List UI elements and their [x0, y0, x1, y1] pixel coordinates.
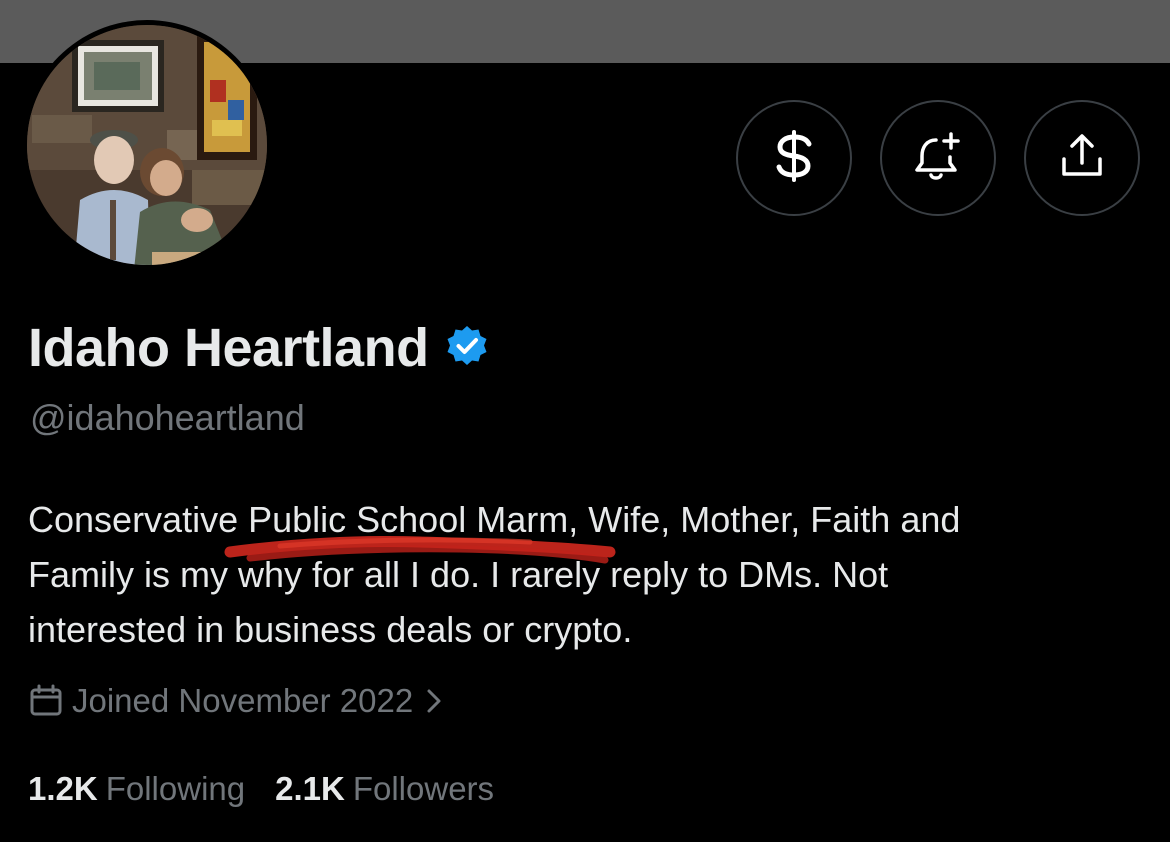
calendar-icon [28, 683, 64, 719]
bell-plus-icon [912, 130, 964, 187]
follow-stats: 1.2K Following 2.1K Followers [28, 766, 494, 812]
bio-line: interested in business deals or crypto. [28, 609, 633, 650]
profile-screen: Idaho Heartland @idahoheartland Conserva… [0, 0, 1170, 842]
followers-count: 2.1K [275, 770, 345, 807]
display-name: Idaho Heartland [28, 318, 429, 378]
profile-avatar[interactable] [22, 20, 272, 270]
following-link[interactable]: 1.2K Following [28, 770, 245, 808]
bio-line: Family is my why for all I do. I rarely … [28, 554, 889, 595]
verified-badge-icon[interactable] [445, 324, 489, 373]
display-name-row: Idaho Heartland [28, 316, 489, 380]
joined-text: Joined November 2022 [72, 682, 414, 719]
notifications-button[interactable] [880, 100, 996, 216]
chevron-right-icon [425, 687, 443, 715]
followers-link[interactable]: 2.1K Followers [275, 770, 494, 808]
share-button[interactable] [1024, 100, 1140, 216]
bio-line: Conservative Public School Marm, Wife, M… [28, 499, 961, 540]
subscribe-button[interactable] [736, 100, 852, 216]
share-upload-icon [1057, 131, 1107, 186]
dollar-sign-icon [771, 129, 817, 188]
following-label: Following [105, 770, 246, 807]
profile-bio: Conservative Public School Marm, Wife, M… [28, 492, 1128, 657]
followers-label: Followers [352, 770, 495, 807]
joined-date[interactable]: Joined November 2022 [28, 678, 443, 724]
following-count: 1.2K [28, 770, 98, 807]
profile-handle: @idahoheartland [30, 397, 305, 438]
